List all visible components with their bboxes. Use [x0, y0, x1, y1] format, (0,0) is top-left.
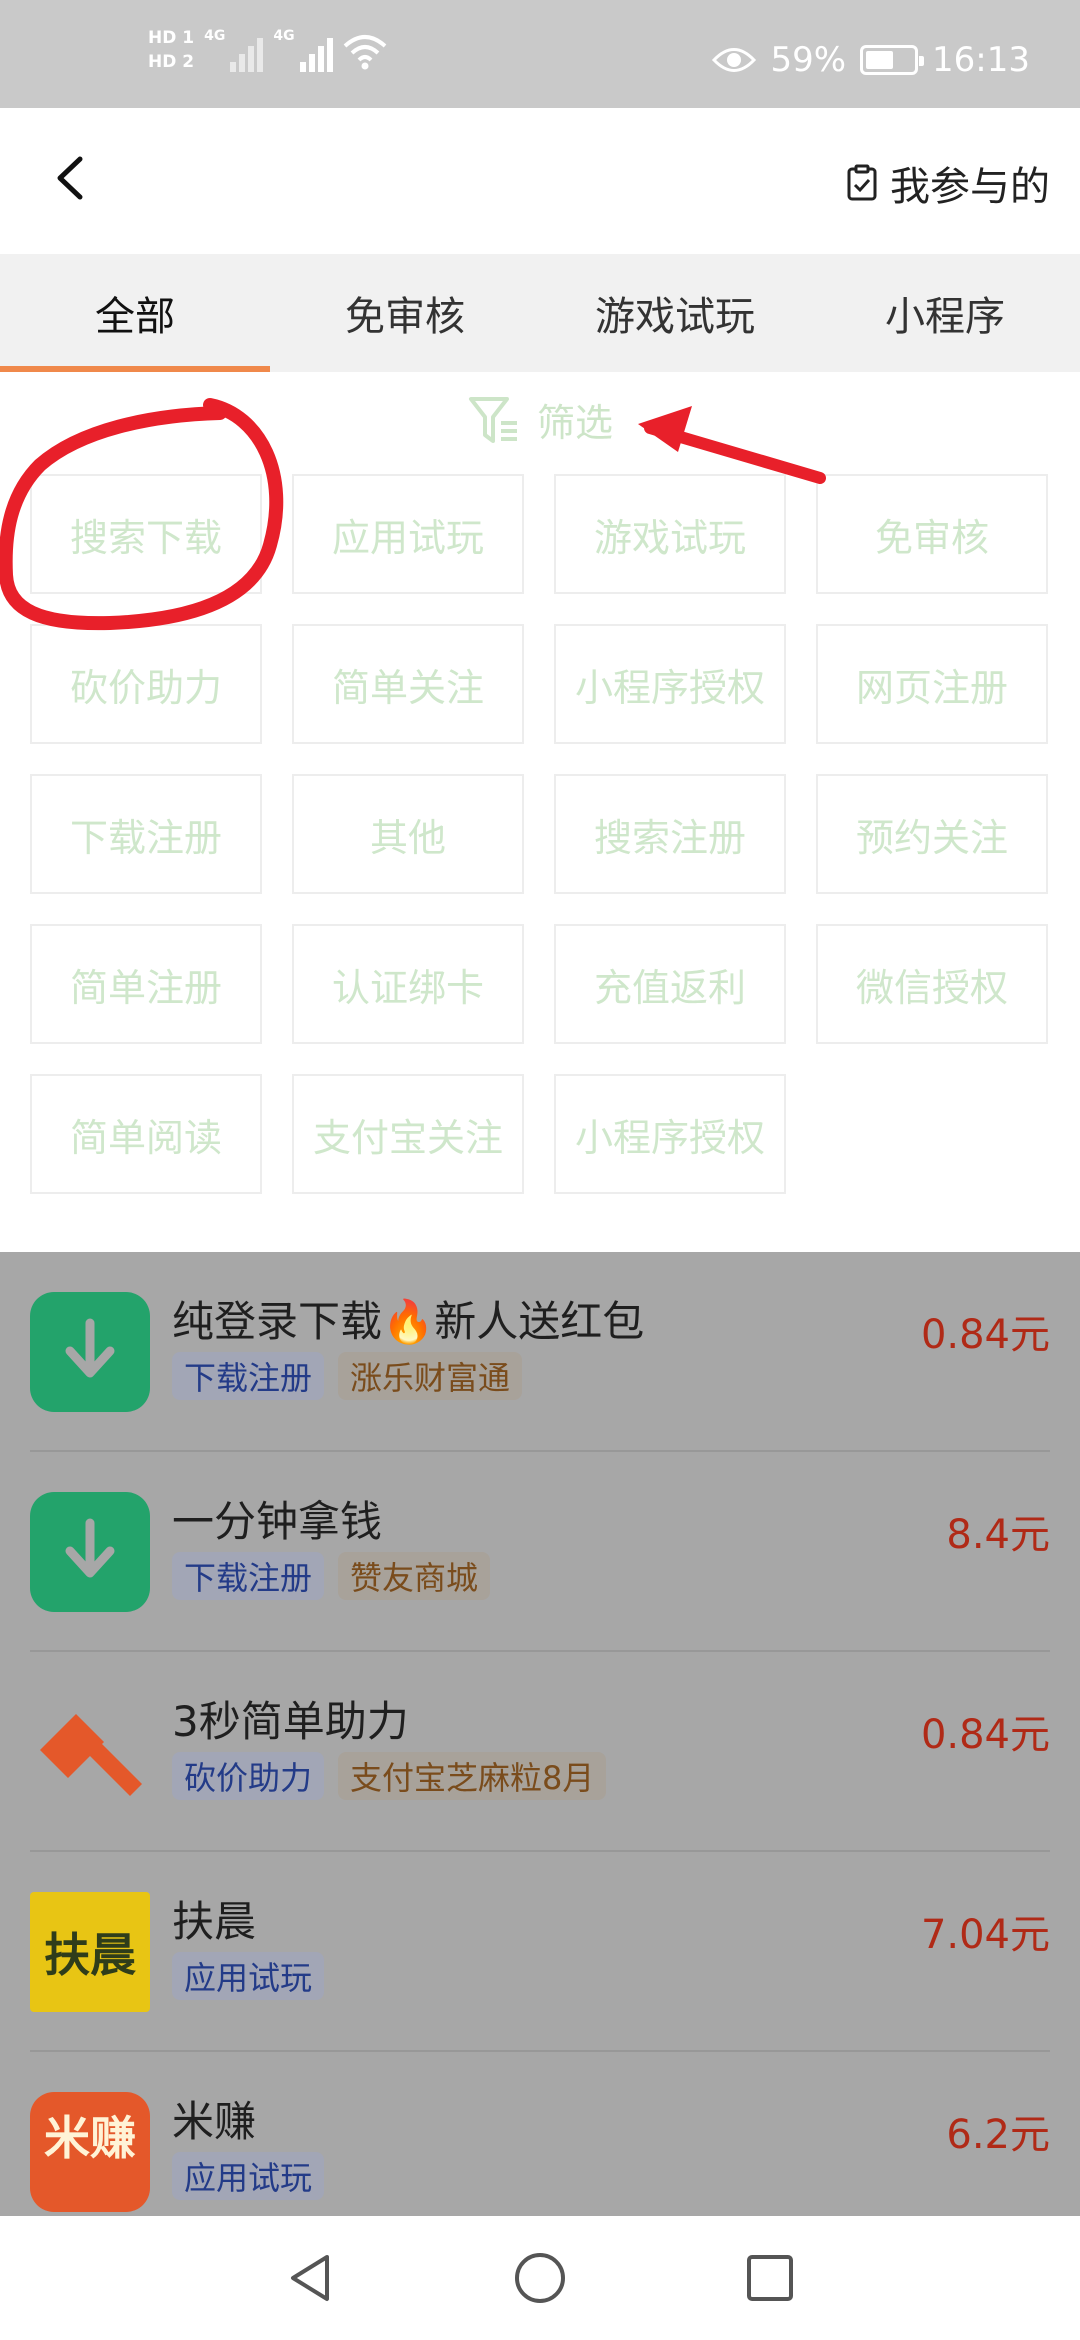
list-item[interactable]: 一分钟拿钱 下载注册 赞友商城 8.4元	[0, 1452, 1080, 1652]
sim-indicators: HD 1 HD 2	[148, 28, 194, 72]
filter-chip-game-trial[interactable]: 游戏试玩	[554, 474, 786, 594]
filter-chip-no-review[interactable]: 免审核	[816, 474, 1048, 594]
list-item[interactable]: 纯登录下载🔥新人送红包 下载注册 涨乐财富通 0.84元	[0, 1252, 1080, 1452]
download-arrow-icon	[65, 1318, 115, 1378]
chevron-left-icon	[57, 156, 83, 200]
tab-game-trial[interactable]: 游戏试玩	[540, 254, 810, 372]
item-tag: 支付宝芝麻粒8月	[338, 1752, 607, 1800]
filter-panel: 筛选 搜索下载 应用试玩 游戏试玩 免审核 砍价助力 简单关注 小程序授权 网页…	[0, 372, 1080, 1252]
signal2-icon: 4G	[273, 28, 333, 72]
filter-chip-verify-bind-card[interactable]: 认证绑卡	[292, 924, 524, 1044]
item-tag: 下载注册	[172, 1352, 325, 1400]
download-app-icon	[30, 1492, 150, 1612]
axe-icon	[40, 1714, 142, 1796]
signal1-icon: 4G	[204, 28, 264, 72]
status-left: HD 1 HD 2 4G 4G	[148, 28, 387, 72]
item-tags: 应用试玩	[172, 1952, 325, 2000]
item-tag: 应用试玩	[172, 1952, 325, 2000]
filter-chip-grid: 搜索下载 应用试玩 游戏试玩 免审核 砍价助力 简单关注 小程序授权 网页注册 …	[30, 474, 1050, 1194]
item-tag: 砍价助力	[172, 1752, 325, 1800]
task-list: 纯登录下载🔥新人送红包 下载注册 涨乐财富通 0.84元 一分钟拿钱 下载注册 …	[0, 1252, 1080, 2216]
filter-chip-simple-follow[interactable]: 简单关注	[292, 624, 524, 744]
filter-chip-download-register[interactable]: 下载注册	[30, 774, 262, 894]
item-price: 0.84元	[920, 1712, 1050, 1758]
filter-title: 筛选	[536, 401, 613, 445]
item-price: 6.2元	[946, 2112, 1050, 2158]
item-title: 3秒简单助力	[172, 1697, 409, 1746]
triangle-back-icon	[291, 2255, 329, 2301]
download-arrow-icon	[65, 1518, 115, 1578]
circle-home-icon	[515, 2253, 565, 2303]
tab-all[interactable]: 全部	[0, 254, 270, 372]
filter-chip-bargain-help[interactable]: 砍价助力	[30, 624, 262, 744]
system-nav-bar	[0, 2216, 1080, 2340]
filter-chip-simple-read[interactable]: 简单阅读	[30, 1074, 262, 1194]
filter-chip-alipay-follow[interactable]: 支付宝关注	[292, 1074, 524, 1194]
eye-icon	[712, 48, 757, 72]
tab-no-review[interactable]: 免审核	[270, 254, 540, 372]
wifi-icon	[343, 35, 386, 70]
item-title: 扶晨	[172, 1897, 257, 1946]
top-header: 我参与的	[0, 108, 1080, 254]
status-bar: HD 1 HD 2 4G 4G 59% 16:13	[0, 0, 1080, 108]
item-tag: 应用试玩	[172, 2152, 325, 2200]
app-logo-text: 扶晨	[44, 1928, 136, 1982]
filter-header[interactable]: 筛选	[0, 392, 1080, 447]
hd1-label: HD 1	[148, 28, 195, 48]
tab-mini-program[interactable]: 小程序	[810, 254, 1080, 372]
mizhuan-app-icon: 米赚	[30, 2092, 150, 2212]
item-tags: 下载注册 赞友商城	[172, 1552, 491, 1600]
filter-chip-search-download[interactable]: 搜索下载	[30, 474, 262, 594]
item-tags: 砍价助力 支付宝芝麻粒8月	[172, 1752, 607, 1800]
app-logo-text: 米赚	[44, 2111, 136, 2165]
nav-home-button[interactable]	[510, 2248, 570, 2308]
list-item[interactable]: 米赚 米赚 应用试玩 6.2元	[0, 2052, 1080, 2216]
item-title: 一分钟拿钱	[172, 1497, 383, 1546]
category-tabs: 全部 免审核 游戏试玩 小程序	[0, 254, 1080, 372]
filter-chip-mini-program-auth-2[interactable]: 小程序授权	[554, 1074, 786, 1194]
item-price: 0.84元	[920, 1312, 1050, 1358]
my-participation-button[interactable]: 我参与的	[846, 154, 1050, 212]
filter-chip-other[interactable]: 其他	[292, 774, 524, 894]
network1-label: 4G	[204, 28, 226, 44]
fuchen-app-icon: 扶晨	[30, 1892, 150, 2012]
battery-icon	[860, 45, 925, 75]
item-tag: 赞友商城	[338, 1552, 491, 1600]
filter-chip-simple-register[interactable]: 简单注册	[30, 924, 262, 1044]
clock: 16:13	[932, 40, 1030, 80]
filter-chip-reserve-follow[interactable]: 预约关注	[816, 774, 1048, 894]
item-title: 纯登录下载🔥新人送红包	[172, 1297, 645, 1346]
item-tags: 下载注册 涨乐财富通	[172, 1352, 523, 1400]
clipboard-check-icon	[847, 164, 877, 201]
nav-recents-button[interactable]	[740, 2248, 800, 2308]
item-price: 8.4元	[946, 1512, 1050, 1558]
download-app-icon	[30, 1292, 150, 1412]
back-button[interactable]	[40, 148, 100, 208]
status-right: 59% 16:13	[712, 40, 1030, 80]
filter-chip-search-register[interactable]: 搜索注册	[554, 774, 786, 894]
filter-funnel-icon	[468, 396, 517, 443]
square-recents-icon	[747, 2255, 793, 2301]
list-item[interactable]: 3秒简单助力 砍价助力 支付宝芝麻粒8月 0.84元	[0, 1652, 1080, 1852]
filter-chip-recharge-rebate[interactable]: 充值返利	[554, 924, 786, 1044]
nav-back-button[interactable]	[280, 2248, 340, 2308]
item-price: 7.04元	[920, 1912, 1050, 1958]
filter-chip-mini-program-auth[interactable]: 小程序授权	[554, 624, 786, 744]
list-item[interactable]: 扶晨 扶晨 应用试玩 7.04元	[0, 1852, 1080, 2052]
battery-percent: 59%	[770, 40, 847, 80]
axe-app-icon	[30, 1692, 150, 1812]
filter-chip-web-register[interactable]: 网页注册	[816, 624, 1048, 744]
network2-label: 4G	[273, 28, 295, 44]
item-tag: 涨乐财富通	[338, 1352, 523, 1400]
item-tags: 应用试玩	[172, 2152, 325, 2200]
item-tag: 下载注册	[172, 1552, 325, 1600]
item-title: 米赚	[172, 2097, 257, 2146]
hd2-label: HD 2	[148, 52, 195, 72]
filter-chip-app-trial[interactable]: 应用试玩	[292, 474, 524, 594]
my-participation-label: 我参与的	[890, 164, 1050, 210]
filter-chip-wechat-auth[interactable]: 微信授权	[816, 924, 1048, 1044]
